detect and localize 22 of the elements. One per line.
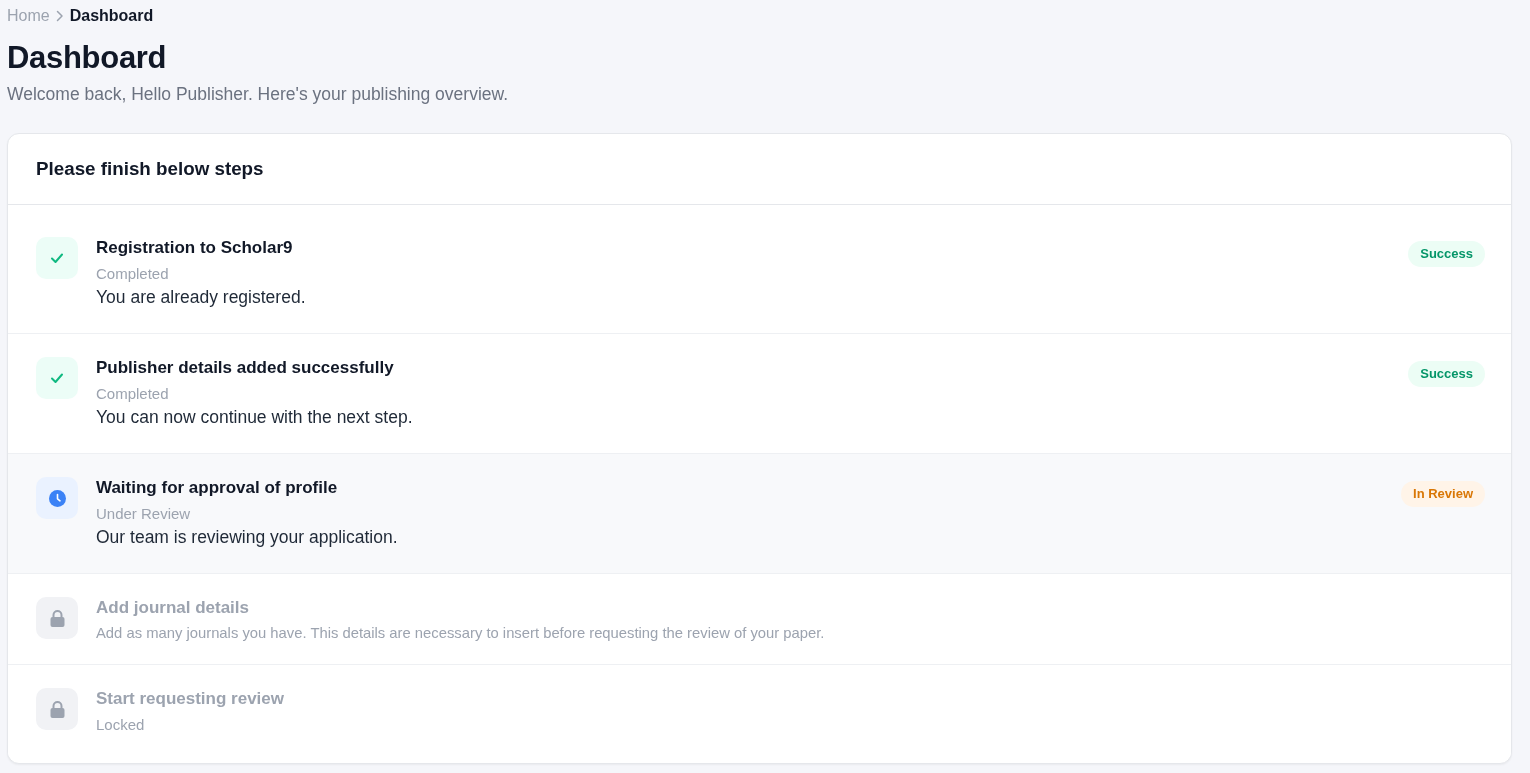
step-description: You can now continue with the next step.: [96, 406, 413, 429]
step-description: You are already registered.: [96, 286, 306, 309]
step-description: Our team is reviewing your application.: [96, 526, 398, 549]
page-title: Dashboard: [7, 40, 167, 76]
step-title: Publisher details added successfully: [96, 357, 394, 379]
step-status: Completed: [96, 384, 169, 404]
status-badge: Success: [1408, 361, 1485, 387]
status-badge: In Review: [1401, 481, 1485, 507]
step-title: Add journal details: [96, 597, 250, 619]
step-title: Start requesting review: [96, 688, 284, 710]
step-status: Under Review: [96, 504, 191, 524]
chevron-icon: [55, 10, 64, 22]
breadcrumb-link[interactable]: Home: [7, 7, 50, 25]
step-description: Add as many journals you have. This details are necessary to insert before requesting the review of your paper.: [96, 624, 825, 643]
step-title: Waiting for approval of profile: [96, 477, 338, 499]
step-status: Locked: [96, 715, 145, 735]
status-badge: Success: [1408, 241, 1485, 267]
step-status: Completed: [96, 264, 169, 284]
card-title: Please finish below steps: [36, 158, 264, 180]
step-title: Registration to Scholar9: [96, 237, 293, 259]
breadcrumb-current-page: Dashboard: [69, 7, 154, 25]
page-subtitle: Welcome back, Hello Publisher. Here's your publishing overview.: [7, 83, 509, 105]
